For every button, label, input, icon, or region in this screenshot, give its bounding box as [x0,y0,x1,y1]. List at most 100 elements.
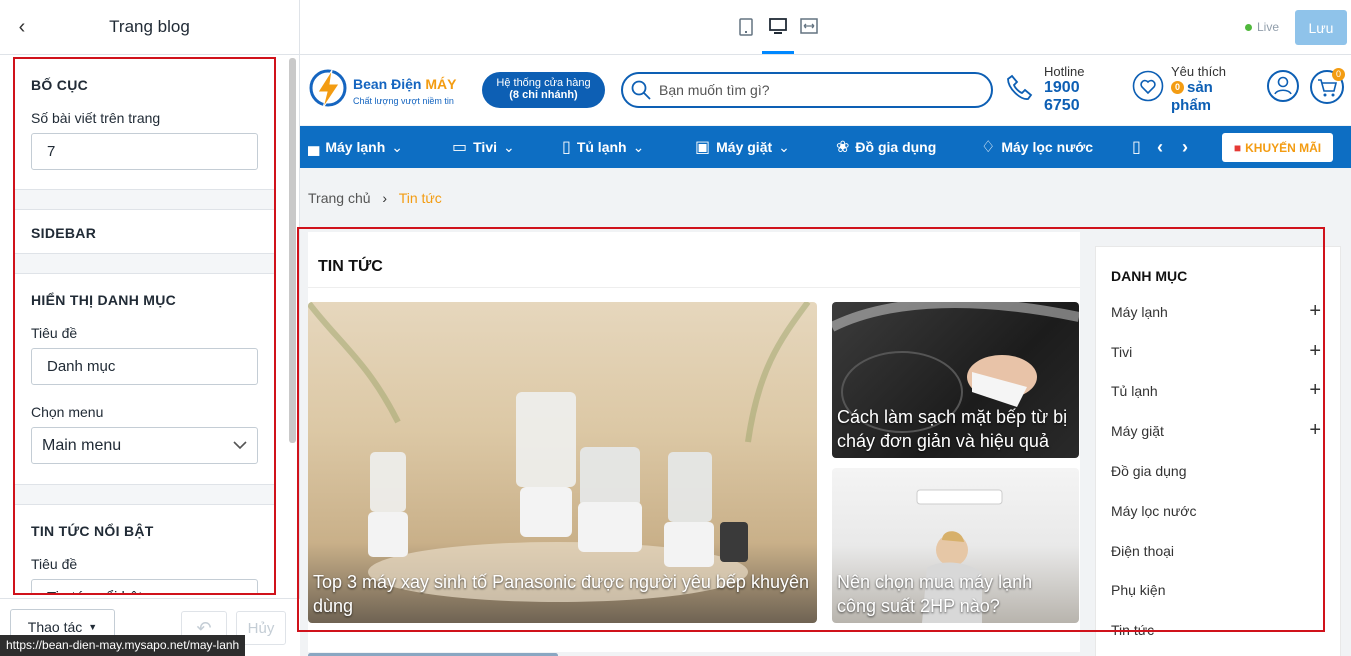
favorites-line2: phẩm [1171,97,1212,114]
sidebar-item-dien-thoai[interactable]: Điện thoại [1111,543,1321,559]
hotline[interactable]: Hotline 1900 6750 [1004,64,1104,114]
breadcrumb-current: Tin tức [398,190,442,206]
breadcrumb-home[interactable]: Trang chủ [308,190,371,206]
user-icon [1274,76,1292,95]
sidebar-item-tin-tuc[interactable]: Tin tức [1111,622,1321,638]
live-status: Live [1245,20,1279,34]
section-heading: SIDEBAR [31,225,97,241]
cart-button[interactable]: 0 [1310,68,1345,104]
sidebar-item-may-giat[interactable]: Máy giặt + [1111,420,1321,440]
nav-item-may-giat[interactable]: ▣ Máy giặt ⌄ [695,126,790,168]
sidebar-item-label: Đồ gia dụng [1111,463,1187,479]
chevron-down-icon: ⌄ [503,138,515,155]
promo-label: KHUYẾN MÃI [1245,140,1322,155]
back-arrow-icon[interactable]: ‹ [12,16,32,39]
promo-button[interactable]: ■ KHUYẾN MÃI [1222,133,1333,162]
main-nav: ▄ Máy lạnh ⌄ ▭ Tivi ⌄ ▯ Tủ lạnh ⌄ ▣ Máy giặt ⌄ ❀… [300,126,1351,168]
nav-prev-icon[interactable]: ‹ [1157,126,1163,168]
fullwidth-view-icon[interactable] [800,18,818,34]
hotline-label: Hotline [1044,64,1085,79]
search-box[interactable]: Bạn muốn tìm gì? [621,72,993,108]
nav-item-do-gia-dung[interactable]: ❀ Đồ gia dụng [836,126,936,168]
section-divider [15,253,274,274]
sidebar-section[interactable]: SIDEBAR [15,210,274,253]
phone-nav-icon[interactable]: ▯ [1132,126,1141,168]
article-card-featured[interactable]: Top 3 máy xay sinh tố Panasonic được ngư… [308,302,817,623]
store-line1: Hệ thống cửa hàng [496,77,591,89]
nav-label: Máy giặt [716,139,773,155]
menu-select[interactable]: Main menu [31,427,258,464]
favorites-label: Yêu thích [1171,64,1226,79]
editor-header: ‹ Trang blog [0,0,299,55]
save-button[interactable]: Lưu [1295,10,1347,45]
preview-toolbar: Live Lưu [300,0,1351,55]
site-logo[interactable]: Bean Điện MÁY Chất lượng vượt niềm tin [308,66,468,112]
hotline-line2: 6750 [1044,97,1080,114]
sidebar-item-label: Máy giặt [1111,423,1164,439]
plus-icon[interactable]: + [1309,341,1321,361]
sidebar-item-may-loc-nuoc[interactable]: Máy lọc nước [1111,503,1321,519]
water-drop-icon: ♢ [981,139,996,156]
nav-label: Máy lọc nước [1001,139,1094,155]
plus-icon[interactable]: + [1309,380,1321,400]
editor-panel: ‹ Trang blog BỐ CỤC Số bài viết trên tra… [0,0,300,656]
sidebar-item-do-gia-dung[interactable]: Đồ gia dụng [1111,463,1321,479]
air-conditioner-icon: ▄ [308,138,320,155]
sidebar-item-tivi[interactable]: Tivi + [1111,341,1321,361]
logo-name-a: Bean Điện [353,76,426,92]
active-view-indicator [762,51,794,54]
plus-icon[interactable]: + [1309,420,1321,440]
sidebar-item-label: Tủ lạnh [1111,383,1158,399]
chevron-down-icon [233,441,247,450]
breadcrumb: Trang chủ › Tin tức [308,190,442,206]
article-card-2[interactable]: Cách làm sạch mặt bếp từ bị cháy đơn giả… [832,302,1079,458]
category-sidebar: DANH MỤC Máy lạnh + Tivi + Tủ lạnh + Máy gi… [1095,246,1341,656]
article-title[interactable]: Cách làm sạch mặt bếp từ bị cháy đơn giả… [837,405,1074,453]
plus-icon[interactable]: + [1309,301,1321,321]
field-label: Tiêu đề [31,325,78,341]
posts-per-page-input[interactable]: 7 [31,133,258,170]
store-system-button[interactable]: Hệ thống cửa hàng (8 chi nhánh) [482,72,605,108]
featured-title-input[interactable]: Tin tức nổi bật [31,579,258,593]
store-line2: (8 chi nhánh) [509,89,578,101]
logo-name: Bean Điện MÁY [353,76,456,92]
article-card-3[interactable]: Nên chọn mua máy lạnh công suất 2HP nào? [832,468,1079,623]
fridge-icon: ▯ [562,139,571,156]
article-title[interactable]: Top 3 máy xay sinh tố Panasonic được ngư… [313,570,812,618]
section-heading: HIỂN THỊ DANH MỤC [31,292,177,308]
nav-item-may-lanh[interactable]: ▄ Máy lạnh ⌄ [308,126,403,168]
field-label: Tiêu đề [31,556,78,572]
nav-item-tu-lanh[interactable]: ▯ Tủ lạnh ⌄ [562,126,644,168]
nav-label: Máy lạnh [325,139,386,155]
logo-name-b: MÁY [425,76,457,92]
nav-label: Tủ lạnh [576,139,627,155]
field-label: Chọn menu [31,404,104,420]
nav-next-icon[interactable]: › [1182,126,1188,168]
site-header: Bean Điện MÁY Chất lượng vượt niềm tin H… [300,56,1351,125]
section-divider [15,189,274,210]
favorites[interactable]: Yêu thích 0 sản phẩm [1132,64,1242,114]
account-button[interactable] [1267,70,1299,102]
article-title[interactable]: Nên chọn mua máy lạnh công suất 2HP nào? [837,570,1074,618]
live-label: Live [1257,20,1280,34]
chevron-down-icon: ⌄ [632,138,645,155]
nav-item-may-loc-nuoc[interactable]: ♢ Máy lọc nước [981,126,1093,168]
search-icon[interactable] [631,80,651,100]
sidebar-item-label: Tin tức [1111,622,1155,638]
panel-scrollbar[interactable] [289,58,296,443]
sidebar-item-label: Máy lọc nước [1111,503,1197,519]
section-heading: TIN TỨC NỔI BẬT [31,523,154,539]
nav-item-tivi[interactable]: ▭ Tivi ⌄ [452,126,515,168]
menu-select-value: Main menu [42,436,122,454]
category-title-input[interactable]: Danh mục [31,348,258,385]
mobile-view-icon[interactable] [739,18,753,36]
actions-label: Thao tác [27,618,83,635]
sidebar-item-may-lanh[interactable]: Máy lạnh + [1111,301,1321,321]
desktop-view-icon[interactable] [769,18,787,35]
nav-label: Đồ gia dụng [855,139,937,155]
layout-section: BỐ CỤC Số bài viết trên trang 7 [15,59,274,170]
gift-icon: ■ [1233,140,1242,155]
sidebar-item-tu-lanh[interactable]: Tủ lạnh + [1111,380,1321,400]
sidebar-item-phu-kien[interactable]: Phụ kiện [1111,582,1321,598]
sidebar-item-label: Điện thoại [1111,543,1175,559]
